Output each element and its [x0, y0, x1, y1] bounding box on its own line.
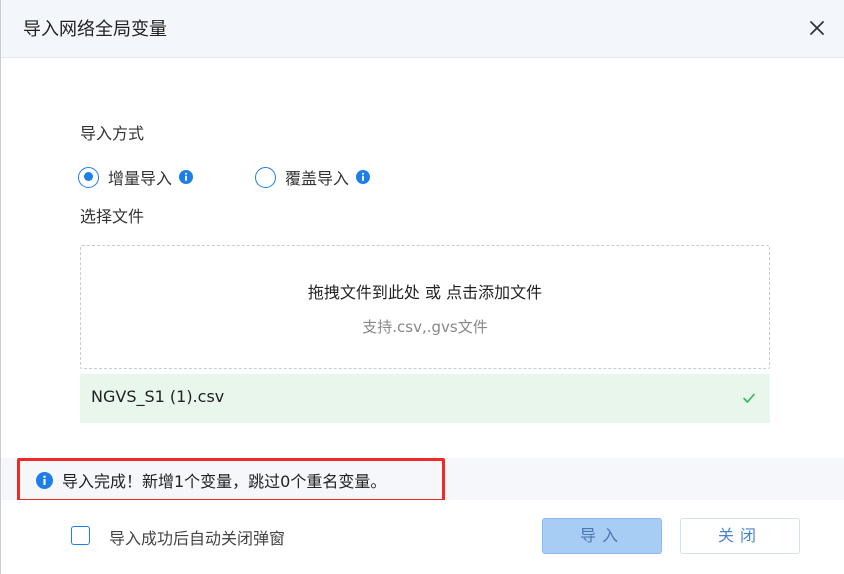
drop-zone-hint: 支持.csv,.gvs文件 [362, 318, 488, 336]
check-icon [742, 391, 756, 405]
uploaded-file-item: NGVS_S1 (1).csv [80, 374, 770, 423]
result-message-text: 导入完成！新增1个变量，跳过0个重名变量。 [62, 472, 387, 491]
radio-button-checked[interactable] [78, 166, 99, 188]
result-message-highlight: 导入完成！新增1个变量，跳过0个重名变量。 [17, 458, 445, 502]
info-icon[interactable] [356, 170, 371, 184]
radio-overwrite-import[interactable]: 覆盖导入 [255, 165, 371, 189]
radio-incremental-label: 增量导入 [108, 169, 173, 188]
close-icon[interactable] [805, 16, 829, 40]
file-drop-zone[interactable]: 拖拽文件到此处 或 点击添加文件 支持.csv,.gvs文件 [80, 245, 770, 369]
close-button[interactable]: 关闭 [680, 518, 800, 554]
dialog-title: 导入网络全局变量 [23, 19, 167, 40]
uploaded-file-name: NGVS_S1 (1).csv [91, 387, 225, 406]
drop-zone-text: 拖拽文件到此处 或 点击添加文件 [307, 283, 543, 302]
select-file-label: 选择文件 [80, 207, 145, 226]
dialog-header: 导入网络全局变量 [1, 0, 844, 58]
auto-close-label: 导入成功后自动关闭弹窗 [109, 529, 286, 548]
radio-incremental-import[interactable]: 增量导入 [78, 165, 194, 189]
import-dialog: 导入网络全局变量 导入方式 增量导入 覆盖导入 选择文件 拖拽文件到此处 或 点… [0, 0, 844, 574]
radio-button-unchecked[interactable] [255, 166, 276, 188]
import-button[interactable]: 导入 [542, 518, 662, 554]
radio-overwrite-label: 覆盖导入 [285, 169, 350, 188]
import-mode-label: 导入方式 [80, 124, 145, 143]
info-icon [36, 471, 53, 489]
auto-close-checkbox[interactable] [71, 526, 90, 545]
result-message-bar: 导入完成！新增1个变量，跳过0个重名变量。 [1, 458, 844, 502]
info-icon[interactable] [179, 170, 194, 184]
